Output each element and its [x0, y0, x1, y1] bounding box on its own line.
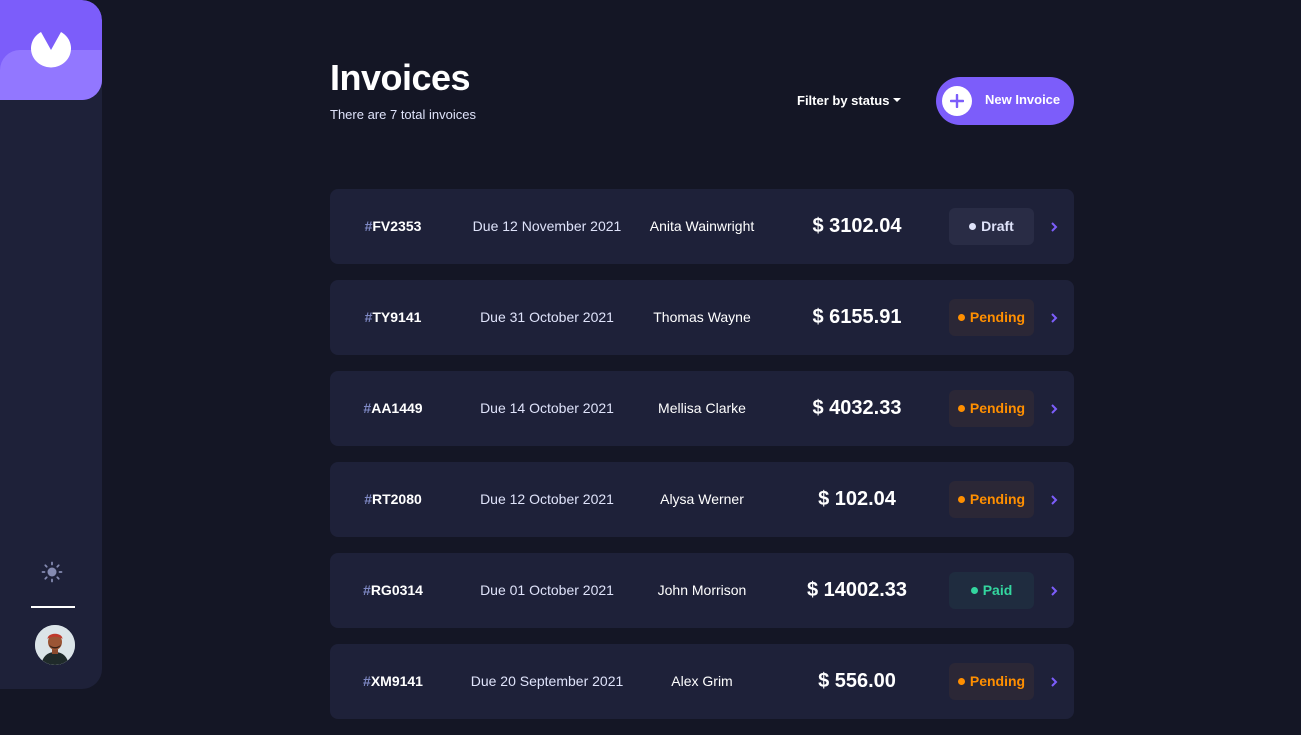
app-logo[interactable] [0, 0, 102, 100]
invoice-row[interactable]: #TY9141 Due 31 October 2021 Thomas Wayne… [330, 280, 1074, 355]
status-label: Draft [981, 218, 1014, 234]
invoice-client-name: Alex Grim [671, 673, 733, 689]
sidebar-divider [31, 606, 75, 608]
status-dot [957, 405, 965, 412]
status-badge: Paid [949, 572, 1034, 609]
invoice-amount: $ 14002.33 [806, 579, 908, 601]
chevron-down-icon [893, 98, 902, 102]
status-label: Pending [969, 400, 1026, 416]
new-invoice-button[interactable]: New Invoice [936, 77, 1074, 125]
invoice-client-name: Anita Wainwright [649, 218, 755, 234]
plus-icon [950, 94, 964, 108]
status-badge: Pending [949, 299, 1034, 336]
invoice-client-name: Alysa Werner [660, 491, 744, 507]
invoice-id-value: RT2080 [371, 491, 422, 507]
invoice-count: There are 7 total invoices [330, 107, 476, 122]
invoice-client-name: John Morrison [657, 582, 747, 598]
invoice-id: #TY9141 [338, 280, 448, 355]
status-badge: Draft [949, 208, 1034, 245]
invoice-due-date: Due 14 October 2021 [480, 400, 614, 416]
plus-circle [942, 86, 972, 116]
new-invoice-label: New Invoice [985, 92, 1061, 107]
invoice-client-name: Mellisa Clarke [658, 400, 746, 416]
chevron-right-icon[interactable] [1050, 677, 1058, 687]
invoice-row[interactable]: #RG0314 Due 01 October 2021 John Morriso… [330, 553, 1074, 628]
invoice-id: #FV2353 [338, 189, 448, 264]
invoice-amount: $ 4032.33 [812, 397, 902, 419]
invoice-id: #RG0314 [338, 553, 448, 628]
invoice-id-value: XM9141 [370, 673, 423, 689]
status-dot [957, 314, 965, 321]
invoice-id: #XM9141 [338, 644, 448, 719]
invoice-amount: $ 102.04 [818, 488, 896, 510]
invoice-row[interactable]: #FV2353 Due 12 November 2021 Anita Wainw… [330, 189, 1074, 264]
invoice-id: #RT2080 [338, 462, 448, 537]
invoice-due-date: Due 31 October 2021 [480, 309, 614, 325]
theme-toggle-button[interactable] [41, 561, 63, 583]
status-dot [957, 496, 965, 503]
status-dot [970, 587, 978, 594]
user-avatar[interactable] [35, 625, 75, 665]
chevron-right-icon[interactable] [1050, 222, 1058, 232]
invoice-amount: $ 3102.04 [812, 215, 902, 237]
chevron-right-icon[interactable] [1050, 495, 1058, 505]
status-badge: Pending [949, 663, 1034, 700]
status-badge: Pending [949, 481, 1034, 518]
invoice-id-hash: # [363, 673, 371, 689]
invoice-id-value: TY9141 [372, 309, 422, 325]
invoice-id-hash: # [363, 582, 371, 598]
invoice-id: #AA1449 [338, 371, 448, 446]
invoice-id-hash: # [364, 491, 372, 507]
invoice-amount: $ 6155.91 [812, 306, 902, 328]
filter-by-status-dropdown[interactable]: Filter by status [797, 93, 902, 108]
status-dot [969, 223, 977, 230]
invoice-id-value: FV2353 [372, 218, 422, 234]
status-dot [957, 678, 965, 685]
chevron-right-icon[interactable] [1050, 404, 1058, 414]
invoice-client-name: Thomas Wayne [653, 309, 751, 325]
invoice-due-date: Due 12 November 2021 [472, 218, 622, 234]
invoice-due-date: Due 12 October 2021 [480, 491, 614, 507]
app-logo-icon [31, 32, 71, 68]
invoice-id-value: RG0314 [370, 582, 423, 598]
status-label: Paid [982, 582, 1013, 598]
invoice-due-date: Due 01 October 2021 [480, 582, 614, 598]
invoice-amount: $ 556.00 [818, 670, 896, 692]
filter-label: Filter by status [797, 93, 890, 108]
status-label: Pending [969, 309, 1026, 325]
invoice-row[interactable]: #XM9141 Due 20 September 2021 Alex Grim … [330, 644, 1074, 719]
invoice-due-date: Due 20 September 2021 [470, 673, 624, 689]
invoice-id-value: AA1449 [371, 400, 423, 416]
sun-icon [41, 561, 63, 583]
status-badge: Pending [949, 390, 1034, 427]
chevron-right-icon[interactable] [1050, 313, 1058, 323]
sidebar [0, 0, 102, 689]
invoice-row[interactable]: #RT2080 Due 12 October 2021 Alysa Werner… [330, 462, 1074, 537]
status-label: Pending [969, 673, 1026, 689]
invoice-list: #FV2353 Due 12 November 2021 Anita Wainw… [330, 189, 1074, 735]
invoice-row[interactable]: #AA1449 Due 14 October 2021 Mellisa Clar… [330, 371, 1074, 446]
page-title: Invoices [330, 57, 471, 98]
status-label: Pending [969, 491, 1026, 507]
avatar-image [35, 625, 75, 665]
chevron-right-icon[interactable] [1050, 586, 1058, 596]
